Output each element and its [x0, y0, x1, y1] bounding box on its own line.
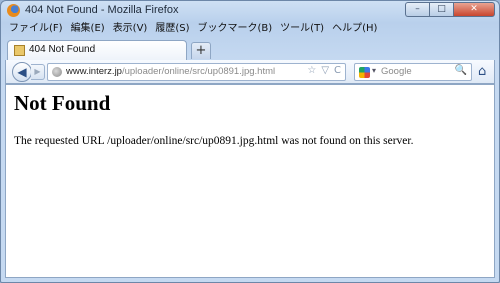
- forward-button[interactable]: ▶: [31, 64, 45, 80]
- google-engine-icon[interactable]: [359, 67, 370, 78]
- url-bar[interactable]: www.interz.jp/uploader/online/src/up0891…: [47, 63, 346, 81]
- page-title: Not Found: [14, 91, 111, 115]
- home-button-icon[interactable]: ⌂: [478, 64, 486, 79]
- firefox-logo-icon: [7, 4, 20, 17]
- tab-label: 404 Not Found: [29, 44, 96, 55]
- url-path: /uploader/online/src/up0891.jpg.html: [121, 66, 276, 77]
- bookmark-star-icon[interactable]: ☆: [307, 65, 316, 76]
- minimize-button[interactable]: –: [405, 2, 429, 17]
- menu-edit[interactable]: 編集(E): [67, 21, 109, 37]
- window-title: 404 Not Found - Mozilla Firefox: [25, 4, 179, 16]
- search-input[interactable]: Google: [381, 66, 412, 77]
- new-tab-button[interactable]: +: [191, 42, 211, 59]
- engine-dropdown-icon[interactable]: ▾: [372, 66, 376, 75]
- menu-file[interactable]: ファイル(F): [5, 21, 67, 37]
- url-bar-icons: ☆ ▽ C: [307, 65, 341, 76]
- url-text: www.interz.jp/uploader/online/src/up0891…: [66, 66, 275, 77]
- menu-help[interactable]: ヘルプ(H): [328, 21, 381, 37]
- browser-window: 404 Not Found - Mozilla Firefox – □ ✕ ファ…: [0, 0, 500, 283]
- window-controls: – □ ✕: [405, 2, 495, 18]
- tab-404-not-found[interactable]: 404 Not Found: [7, 40, 187, 60]
- title-bar: 404 Not Found - Mozilla Firefox – □ ✕: [1, 1, 499, 21]
- page-content: Not Found The requested URL /uploader/on…: [5, 84, 495, 278]
- navigation-bar: ◀ ▶ www.interz.jp/uploader/online/src/up…: [5, 60, 495, 84]
- menu-bar: ファイル(F) 編集(E) 表示(V) 履歴(S) ブックマーク(B) ツール(…: [5, 21, 381, 37]
- reload-icon[interactable]: C: [334, 65, 341, 76]
- maximize-button[interactable]: □: [429, 2, 453, 17]
- page-favicon-icon: [14, 45, 25, 56]
- tab-strip: 404 Not Found +: [5, 38, 497, 60]
- close-button[interactable]: ✕: [453, 2, 495, 17]
- menu-tools[interactable]: ツール(T): [276, 21, 328, 37]
- url-host: www.interz.jp: [66, 66, 122, 77]
- site-identity-globe-icon[interactable]: [52, 67, 62, 77]
- menu-history[interactable]: 履歴(S): [151, 21, 193, 37]
- error-message: The requested URL /uploader/online/src/u…: [14, 135, 414, 147]
- url-dropdown-icon[interactable]: ▽: [321, 65, 329, 76]
- menu-bookmarks[interactable]: ブックマーク(B): [194, 21, 277, 37]
- menu-view[interactable]: 表示(V): [109, 21, 152, 37]
- search-magnifier-icon[interactable]: 🔍: [455, 65, 467, 76]
- back-button[interactable]: ◀: [12, 62, 32, 82]
- search-bar[interactable]: ▾ Google 🔍: [354, 63, 472, 81]
